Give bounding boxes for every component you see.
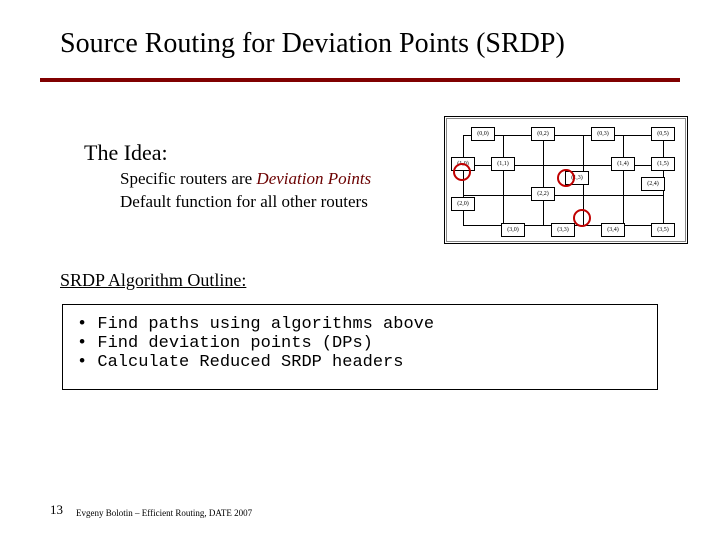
mesh-node: (1,0): [451, 157, 475, 171]
mesh-node: (0,0): [471, 127, 495, 141]
idea-body: Specific routers are Deviation Points De…: [120, 168, 440, 214]
mesh-node: (3,0): [501, 223, 525, 237]
slide-title: Source Routing for Deviation Points (SRD…: [60, 28, 680, 60]
mesh-node: (2,0): [451, 197, 475, 211]
mesh-node: (3,4): [601, 223, 625, 237]
mesh-node: (1,1): [491, 157, 515, 171]
mesh-node: (0,2): [531, 127, 555, 141]
mesh-node: (1,5): [651, 157, 675, 171]
grid-line: [503, 135, 504, 225]
grid-line: [543, 135, 544, 225]
outline-item: Find paths using algorithms above: [77, 315, 643, 334]
grid-line: [463, 195, 663, 196]
mesh-node: (3,3): [551, 223, 575, 237]
mesh-node: (0,5): [651, 127, 675, 141]
mesh-node: (2,4): [641, 177, 665, 191]
mesh-node: (0,3): [591, 127, 615, 141]
outline-item: Calculate Reduced SRDP headers: [77, 353, 643, 372]
mesh-diagram: (0,0) (0,2) (0,3) (0,5) (1,0) (1,1) (1,3…: [444, 116, 688, 244]
outline-heading: SRDP Algorithm Outline:: [60, 270, 246, 291]
outline-item: Find deviation points (DPs): [77, 334, 643, 353]
page-number: 13: [50, 502, 63, 518]
slide: Source Routing for Deviation Points (SRD…: [0, 0, 720, 540]
idea-heading: The Idea:: [84, 140, 168, 166]
grid-line: [463, 135, 464, 225]
footer-text: Evgeny Bolotin – Efficient Routing, DATE…: [76, 508, 252, 518]
mesh-node: (2,2): [531, 187, 555, 201]
grid-line: [623, 135, 624, 225]
idea-line1-prefix: Specific routers are: [120, 169, 256, 188]
idea-line2: Default function for all other routers: [120, 192, 368, 211]
mesh-node: (1,3): [565, 171, 589, 185]
outline-box: Find paths using algorithms above Find d…: [62, 304, 658, 390]
mesh-node: (1,4): [611, 157, 635, 171]
idea-line1-em: Deviation Points: [256, 169, 371, 188]
mesh-node: (3,5): [651, 223, 675, 237]
title-rule: [40, 78, 680, 82]
